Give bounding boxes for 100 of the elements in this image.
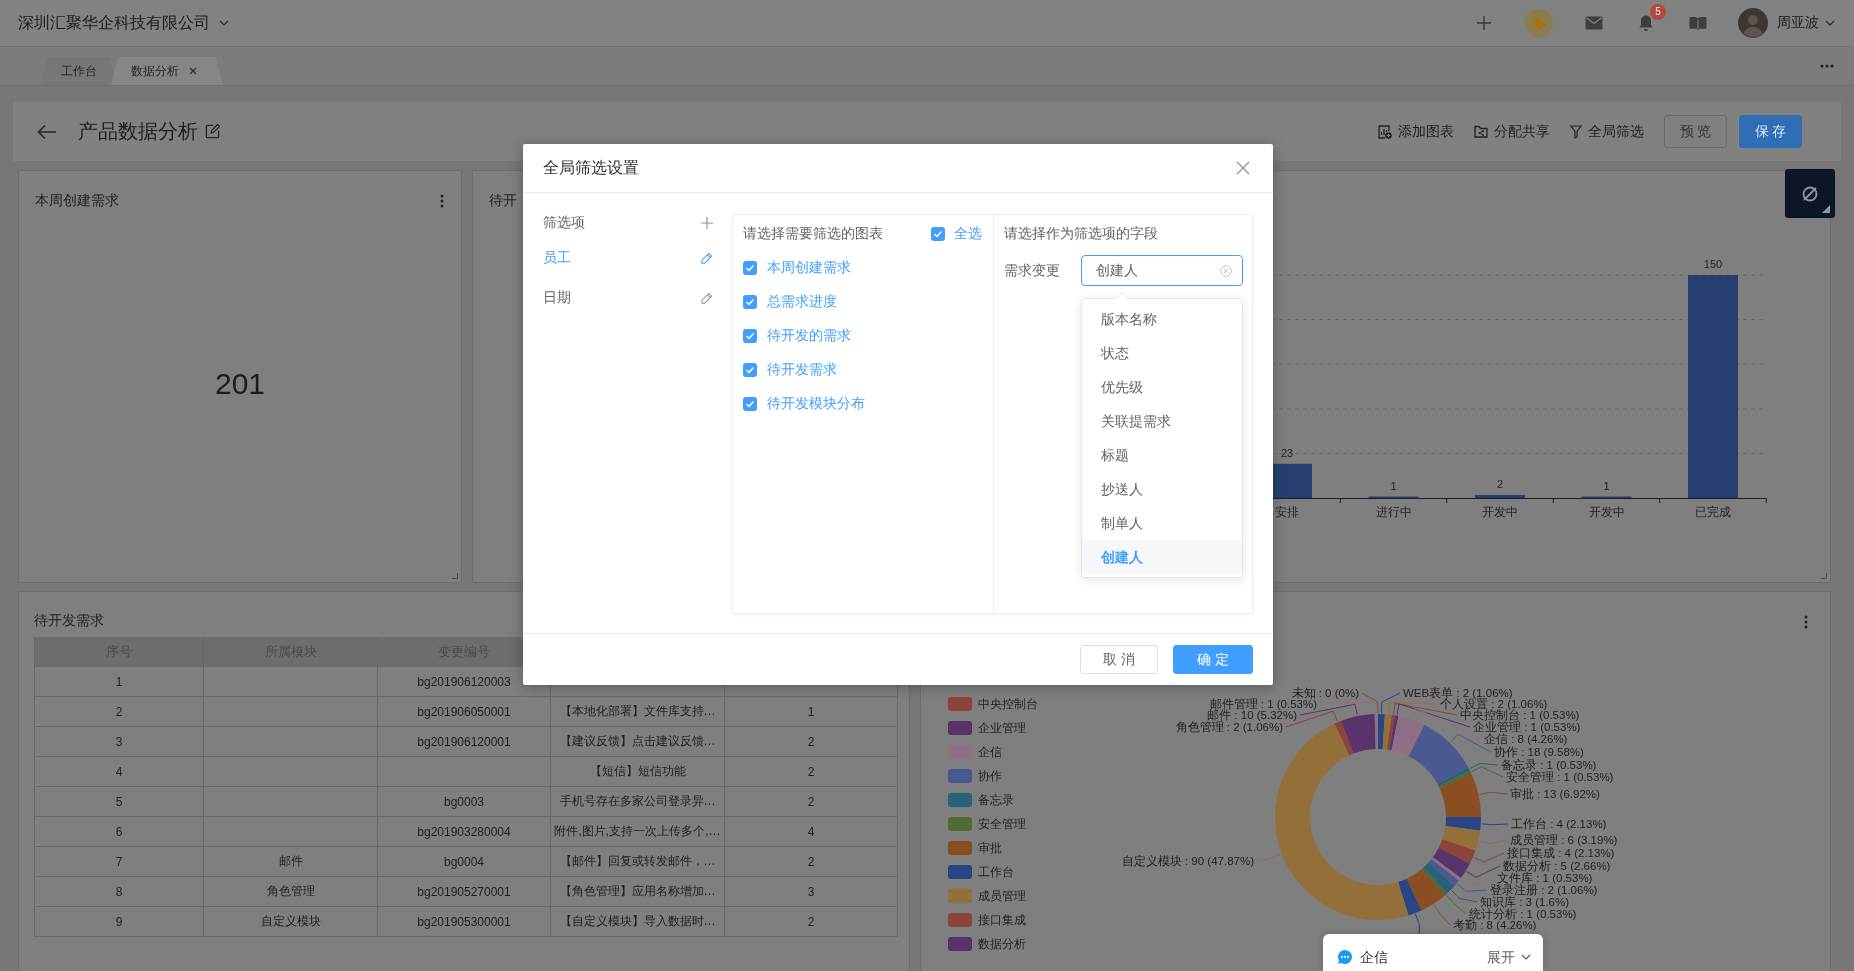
legend-label[interactable]: 协作 bbox=[978, 767, 1002, 785]
table-cell: 1 bbox=[35, 667, 204, 697]
share-button[interactable]: 分配共享 bbox=[1474, 122, 1550, 141]
legend-label[interactable]: 备忘录 bbox=[978, 791, 1014, 809]
metric-value: 201 bbox=[214, 366, 266, 401]
table-cell: 角色管理 bbox=[204, 877, 378, 907]
checkbox[interactable] bbox=[743, 261, 757, 275]
chart-option-label[interactable]: 本周创建需求 bbox=[767, 259, 851, 277]
axis-label: 安排 bbox=[1275, 505, 1299, 519]
legend-label[interactable]: 接口集成 bbox=[978, 911, 1026, 929]
chart-option-label[interactable]: 待开发的需求 bbox=[767, 327, 851, 345]
dropdown-option[interactable]: 状态 bbox=[1082, 336, 1242, 370]
table-cell: 4 bbox=[35, 757, 204, 787]
table-cell: 【自定义模块】导入数据时… bbox=[551, 907, 725, 937]
section-heading: 请选择作为筛选项的字段 bbox=[1004, 225, 1158, 243]
back-arrow-icon[interactable] bbox=[37, 123, 57, 140]
slice-label: 邮件管理 : 1 (0.53%) bbox=[1209, 698, 1317, 710]
leader-line bbox=[1479, 791, 1508, 796]
more-icon[interactable] bbox=[1820, 64, 1834, 68]
select-all-label[interactable]: 全选 bbox=[954, 225, 982, 243]
checkbox[interactable] bbox=[743, 363, 757, 377]
pencil-icon[interactable] bbox=[700, 291, 713, 305]
field-label: 需求变更 bbox=[1004, 261, 1060, 280]
legend-label[interactable]: 审批 bbox=[978, 839, 1002, 857]
preview-button[interactable]: 预 览 bbox=[1664, 115, 1727, 148]
legend-label[interactable]: 工作台 bbox=[978, 863, 1014, 881]
table-cell: 自定义模块 bbox=[204, 907, 378, 937]
floating-toggle-button[interactable] bbox=[1785, 169, 1835, 218]
dialog-title: 全局筛选设置 bbox=[543, 157, 639, 178]
checkbox[interactable] bbox=[743, 329, 757, 343]
book-icon[interactable] bbox=[1689, 15, 1707, 31]
save-button[interactable]: 保 存 bbox=[1739, 115, 1802, 148]
filter-item[interactable]: 员工 bbox=[543, 249, 571, 267]
filter-button[interactable]: 全局筛选 bbox=[1570, 122, 1644, 141]
chart-option-label[interactable]: 待开发需求 bbox=[767, 361, 837, 379]
chat-title: 企信 bbox=[1360, 949, 1388, 965]
dropdown-option[interactable]: 优先级 bbox=[1082, 370, 1242, 404]
axis-label: 开发中 bbox=[1482, 505, 1518, 519]
notification-badge: 5 bbox=[1650, 4, 1666, 20]
caret-icon bbox=[1521, 954, 1531, 960]
bar bbox=[1475, 495, 1525, 498]
slice-label: 邮件 : 10 (5.32%) bbox=[1207, 709, 1297, 721]
select-field[interactable]: 创建人 bbox=[1081, 255, 1243, 286]
table-cell: 手机号存在多家公司登录异… bbox=[551, 787, 725, 817]
dropdown-option[interactable]: 创建人 bbox=[1082, 540, 1242, 574]
table-cell: 3 bbox=[725, 877, 898, 907]
slice-label: 备忘录 : 1 (0.53%) bbox=[1501, 759, 1597, 771]
dropdown-option[interactable]: 关联提需求 bbox=[1082, 404, 1242, 438]
close-icon[interactable] bbox=[1236, 161, 1250, 175]
user-menu[interactable]: 周亚波 bbox=[1738, 8, 1835, 38]
chart-option-label[interactable]: 总需求进度 bbox=[767, 293, 837, 311]
dropdown-option[interactable]: 版本名称 bbox=[1082, 302, 1242, 336]
checkbox[interactable] bbox=[743, 397, 757, 411]
table-cell: bg0004 bbox=[378, 847, 551, 877]
cancel-button[interactable]: 取 消 bbox=[1080, 645, 1158, 674]
clear-icon[interactable] bbox=[1220, 264, 1232, 277]
dropdown-option[interactable]: 制单人 bbox=[1082, 506, 1242, 540]
company-switcher[interactable]: 深圳汇聚华企科技有限公司 bbox=[18, 12, 229, 34]
plus-icon[interactable] bbox=[701, 217, 713, 229]
table-cell: 5 bbox=[35, 787, 204, 817]
kebab-menu-icon[interactable] bbox=[1804, 615, 1808, 629]
legend-label[interactable]: 企信 bbox=[978, 743, 1002, 761]
checkbox[interactable] bbox=[743, 295, 757, 309]
legend-label[interactable]: 数据分析 bbox=[978, 935, 1026, 953]
chart-option-label[interactable]: 待开发模块分布 bbox=[767, 395, 865, 413]
slice-label: 自定义模块 : 90 (47.87%) bbox=[1121, 855, 1254, 867]
add-chart-button[interactable]: 添加图表 bbox=[1378, 122, 1454, 141]
resize-handle-icon[interactable] bbox=[1821, 573, 1827, 579]
slice-label: 成员管理 : 6 (3.19%) bbox=[1510, 834, 1618, 846]
table-cell: 【建议反馈】点击建议反馈… bbox=[551, 727, 725, 757]
legend-label[interactable]: 企业管理 bbox=[978, 719, 1026, 737]
legend-label[interactable]: 成员管理 bbox=[978, 887, 1026, 905]
confirm-button[interactable]: 确 定 bbox=[1173, 645, 1253, 674]
tab[interactable]: 数据分析 bbox=[111, 57, 223, 85]
avatar-icon bbox=[1738, 8, 1768, 38]
axis-label: 进行中 bbox=[1375, 505, 1412, 519]
slice-label: 角色管理 : 2 (1.06%) bbox=[1175, 721, 1283, 733]
dropdown-option[interactable]: 抄送人 bbox=[1082, 472, 1242, 506]
filter-item[interactable]: 日期 bbox=[543, 289, 571, 307]
resize-handle-icon[interactable] bbox=[452, 573, 458, 579]
expand-button[interactable]: 展开 bbox=[1487, 949, 1531, 965]
bell-icon[interactable] bbox=[1638, 14, 1654, 32]
table-cell: 邮件 bbox=[204, 847, 378, 877]
pencil-icon[interactable] bbox=[700, 251, 713, 265]
edit-icon[interactable] bbox=[205, 124, 220, 139]
legend-label[interactable]: 中央控制台 bbox=[978, 695, 1038, 713]
slice-label: 企业管理 : 1 (0.53%) bbox=[1473, 721, 1581, 733]
close-icon[interactable] bbox=[189, 67, 197, 75]
dropdown-option[interactable]: 标题 bbox=[1082, 438, 1242, 472]
axis-label: 开发中 bbox=[1588, 505, 1625, 519]
slice-label: 接口集成 : 4 (2.13%) bbox=[1507, 847, 1615, 859]
section-heading: 筛选项 bbox=[543, 214, 585, 232]
table-cell: 附件,图片,支持一次上传多个,… bbox=[551, 817, 725, 847]
mail-icon[interactable] bbox=[1585, 16, 1603, 30]
checkbox[interactable] bbox=[931, 227, 945, 241]
legend-label[interactable]: 安全管理 bbox=[978, 815, 1026, 833]
page-title: 产品数据分析 bbox=[78, 119, 198, 144]
kebab-menu-icon[interactable] bbox=[440, 194, 444, 208]
slice-label: 安全管理 : 1 (0.53%) bbox=[1506, 771, 1614, 783]
plus-icon[interactable] bbox=[1476, 15, 1492, 31]
